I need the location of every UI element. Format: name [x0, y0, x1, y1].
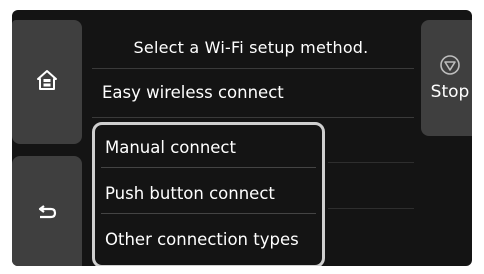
- menu-divider: [328, 208, 414, 209]
- menu-item-easy-wireless-connect[interactable]: Easy wireless connect: [102, 83, 284, 102]
- menu-item-manual-connect[interactable]: Manual connect: [105, 138, 236, 157]
- title-divider: [92, 68, 414, 69]
- menu-item-push-button-connect[interactable]: Push button connect: [105, 184, 275, 203]
- back-arrow-icon: [37, 205, 57, 225]
- stop-icon: [439, 54, 461, 80]
- menu-divider: [101, 167, 316, 168]
- printer-panel-screen: Stop Select a Wi-Fi setup method. Easy w…: [12, 10, 472, 266]
- page-title: Select a Wi-Fi setup method.: [133, 38, 369, 57]
- menu-divider: [92, 117, 414, 118]
- stop-button[interactable]: Stop: [421, 20, 472, 136]
- menu-divider: [101, 213, 316, 214]
- menu-divider: [328, 162, 414, 163]
- menu-item-other-connection-types[interactable]: Other connection types: [105, 230, 299, 249]
- highlighted-options-group: Manual connect Push button connect Other…: [92, 122, 325, 266]
- home-icon: [36, 69, 58, 95]
- stop-label: Stop: [430, 82, 470, 102]
- home-button[interactable]: [12, 20, 82, 144]
- back-button[interactable]: [12, 156, 82, 266]
